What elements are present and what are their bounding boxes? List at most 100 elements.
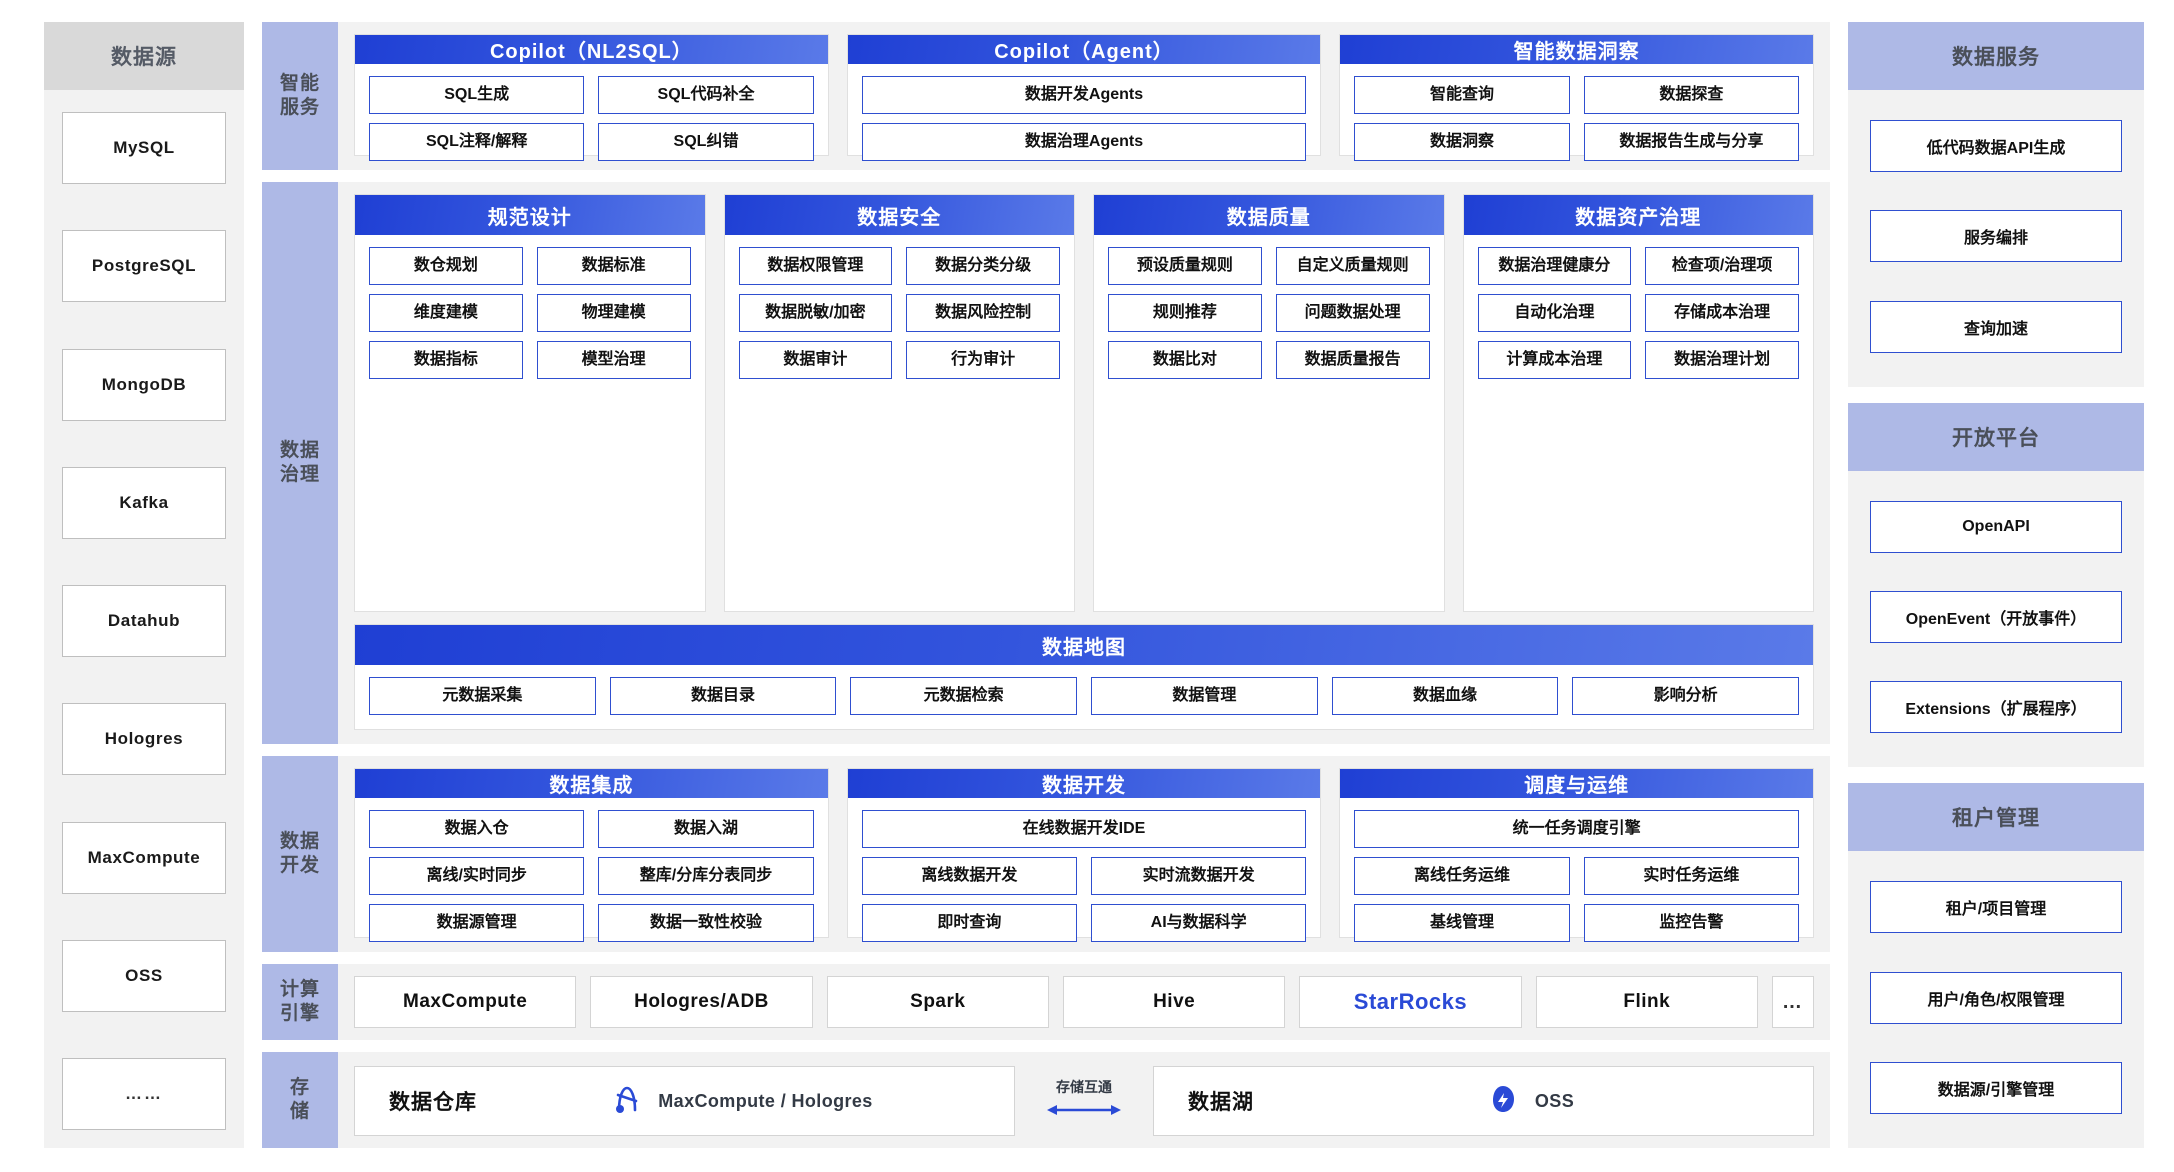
engine-more[interactable]: … (1771, 976, 1814, 1028)
panel-title-data-service: 数据服务 (1848, 22, 2144, 90)
chip-service-orchestration[interactable]: 服务编排 (1870, 210, 2122, 263)
storage-warehouse-logo-group: MaxCompute / Hologres (610, 1082, 872, 1121)
storage-interlink: 存储互通 (1029, 1066, 1139, 1134)
chip-offline-task-ops[interactable]: 离线任务运维 (1354, 857, 1570, 895)
engine-starrocks[interactable]: StarRocks (1299, 976, 1522, 1028)
chip-data-classification[interactable]: 数据分类分级 (906, 247, 1060, 285)
chip-monitoring-alerts[interactable]: 监控告警 (1583, 904, 1800, 942)
chip-data-permission[interactable]: 数据权限管理 (738, 247, 893, 285)
chip-preset-quality-rules[interactable]: 预设质量规则 (1108, 247, 1262, 285)
band-label-data-development: 数据 开发 (262, 756, 338, 952)
datasource-item-kafka[interactable]: Kafka (62, 466, 226, 539)
chip-data-risk-control[interactable]: 数据风险控制 (906, 294, 1060, 332)
chip-user-role-permission[interactable]: 用户/角色/权限管理 (1870, 971, 2122, 1024)
chip-behavior-audit[interactable]: 行为审计 (906, 341, 1060, 379)
chip-whole-db-sharding-sync[interactable]: 整库/分库分表同步 (598, 857, 814, 895)
chip-ai-data-science[interactable]: AI与数据科学 (1091, 904, 1307, 942)
storage-lake[interactable]: 数据湖 OSS (1153, 1066, 1814, 1136)
card-smart-data-insight: 智能数据洞察 智能查询 数据探查 数据洞察 数据报告生成与分享 (1339, 34, 1815, 161)
maxcompute-logo-icon (610, 1082, 644, 1121)
engine-hive[interactable]: Hive (1062, 976, 1286, 1028)
chip-offline-data-dev[interactable]: 离线数据开发 (861, 857, 1077, 895)
chip-realtime-task-ops[interactable]: 实时任务运维 (1583, 857, 1800, 895)
chip-dev-agents[interactable]: 数据开发Agents (861, 76, 1307, 114)
card-copilot-agent: Copilot（Agent） 数据开发Agents 数据治理Agents (846, 34, 1322, 161)
chip-governance-agents[interactable]: 数据治理Agents (861, 123, 1307, 161)
chip-query-acceleration[interactable]: 查询加速 (1870, 300, 2122, 353)
panel-open-platform: 开放平台 OpenAPI OpenEvent（开放事件） Extensions（… (1848, 402, 2144, 768)
chip-model-governance[interactable]: 模型治理 (536, 341, 691, 379)
chip-unified-scheduler[interactable]: 统一任务调度引擎 (1354, 810, 1800, 848)
chip-data-catalog[interactable]: 数据目录 (609, 677, 837, 715)
chip-data-audit[interactable]: 数据审计 (738, 341, 893, 379)
chip-sql-generate[interactable]: SQL生成 (369, 76, 585, 114)
chip-data-quality-report[interactable]: 数据质量报告 (1275, 341, 1430, 379)
chip-data-comparison[interactable]: 数据比对 (1108, 341, 1262, 379)
chip-realtime-stream-dev[interactable]: 实时流数据开发 (1091, 857, 1307, 895)
chip-check-governance-items[interactable]: 检查项/治理项 (1645, 247, 1799, 285)
chip-data-to-warehouse[interactable]: 数据入仓 (369, 810, 585, 848)
datasource-item-postgresql[interactable]: PostgreSQL (62, 230, 226, 303)
chip-rule-recommendation[interactable]: 规则推荐 (1108, 294, 1262, 332)
chip-metadata-search[interactable]: 元数据检索 (850, 677, 1077, 715)
chip-online-dev-ide[interactable]: 在线数据开发IDE (861, 810, 1307, 848)
engine-hologres-adb[interactable]: Hologres/ADB (590, 976, 813, 1028)
chip-custom-quality-rules[interactable]: 自定义质量规则 (1275, 247, 1430, 285)
chip-lowcode-api[interactable]: 低代码数据API生成 (1870, 120, 2122, 173)
chip-adhoc-query[interactable]: 即时查询 (861, 904, 1077, 942)
chip-baseline-management[interactable]: 基线管理 (1354, 904, 1570, 942)
chip-data-standard[interactable]: 数据标准 (536, 247, 691, 285)
chip-sql-explain[interactable]: SQL注释/解释 (369, 123, 585, 161)
chip-sql-completion[interactable]: SQL代码补全 (598, 76, 814, 114)
chip-tenant-project-management[interactable]: 租户/项目管理 (1870, 881, 2122, 934)
card-body-data-quality: 预设质量规则 自定义质量规则 规则推荐 问题数据处理 数据比对 数据质量报告 (1094, 235, 1444, 611)
chip-offline-realtime-sync[interactable]: 离线/实时同步 (369, 857, 585, 895)
band-smart-service: 智能 服务 Copilot（NL2SQL） SQL生成 SQL代码补全 SQL注释… (262, 22, 1830, 170)
panel-body-tenant-management: 租户/项目管理 用户/角色/权限管理 数据源/引擎管理 (1848, 851, 2144, 1148)
chip-data-consistency-check[interactable]: 数据一致性校验 (598, 904, 814, 942)
datasource-item-mysql[interactable]: MySQL (62, 112, 226, 184)
storage-warehouse[interactable]: 数据仓库 MaxCompute / Hologres (354, 1066, 1015, 1136)
chip-physical-modeling[interactable]: 物理建模 (536, 294, 691, 332)
datasource-item-datahub[interactable]: Datahub (62, 585, 226, 657)
chip-openevent[interactable]: OpenEvent（开放事件） (1870, 591, 2122, 643)
chip-data-lineage[interactable]: 数据血缘 (1331, 677, 1559, 715)
chip-metadata-collection[interactable]: 元数据采集 (369, 677, 596, 715)
panel-body-open-platform: OpenAPI OpenEvent（开放事件） Extensions（扩展程序） (1848, 471, 2144, 768)
chip-data-masking[interactable]: 数据脱敏/加密 (738, 294, 893, 332)
datasource-item-oss[interactable]: OSS (62, 939, 226, 1012)
engine-maxcompute[interactable]: MaxCompute (354, 976, 577, 1028)
chip-impact-analysis[interactable]: 影响分析 (1572, 677, 1799, 715)
card-scheduling-ops: 调度与运维 统一任务调度引擎 离线任务运维 实时任务运维 基线管理 监控告警 (1339, 768, 1815, 942)
chip-warehouse-planning[interactable]: 数仓规划 (369, 247, 523, 285)
chip-data-report-share[interactable]: 数据报告生成与分享 (1583, 123, 1800, 161)
chip-data-exploration[interactable]: 数据探查 (1583, 76, 1800, 114)
chip-dimensional-modeling[interactable]: 维度建模 (369, 294, 523, 332)
chip-data-to-lake[interactable]: 数据入湖 (598, 810, 814, 848)
chip-extensions[interactable]: Extensions（扩展程序） (1870, 681, 2122, 734)
datasource-item-hologres[interactable]: Hologres (62, 703, 226, 776)
chip-data-management[interactable]: 数据管理 (1091, 677, 1318, 715)
chip-sql-fix[interactable]: SQL纠错 (598, 123, 814, 161)
chip-compute-cost-governance[interactable]: 计算成本治理 (1477, 341, 1632, 379)
band-label-line2: 储 (289, 1101, 310, 1122)
card-standard-design: 规范设计 数仓规划 数据标准 维度建模 物理建模 数据指标 模型治理 (354, 194, 706, 612)
chip-storage-cost-governance[interactable]: 存储成本治理 (1645, 294, 1799, 332)
chip-data-insight[interactable]: 数据洞察 (1354, 123, 1570, 161)
datasource-item-mongodb[interactable]: MongoDB (62, 348, 226, 421)
chip-problem-data-handling[interactable]: 问题数据处理 (1275, 294, 1430, 332)
chip-datasource-management[interactable]: 数据源管理 (369, 904, 585, 942)
card-data-integration: 数据集成 数据入仓 数据入湖 离线/实时同步 整库/分库分表同步 数据源管理 数… (354, 768, 829, 942)
chip-automated-governance[interactable]: 自动化治理 (1477, 294, 1632, 332)
chip-governance-plan[interactable]: 数据治理计划 (1645, 341, 1799, 379)
card-data-map: 数据地图 元数据采集 数据目录 元数据检索 数据管理 数据血缘 影响分析 (354, 624, 1814, 730)
chip-openapi[interactable]: OpenAPI (1870, 500, 2122, 553)
chip-data-metrics[interactable]: 数据指标 (369, 341, 523, 379)
chip-governance-health-score[interactable]: 数据治理健康分 (1477, 247, 1632, 285)
engine-flink[interactable]: Flink (1535, 976, 1758, 1028)
datasource-item-more[interactable]: …… (62, 1058, 226, 1130)
chip-smart-query[interactable]: 智能查询 (1354, 76, 1570, 114)
chip-datasource-engine-management[interactable]: 数据源/引擎管理 (1870, 1061, 2122, 1114)
engine-spark[interactable]: Spark (826, 976, 1049, 1028)
datasource-item-maxcompute[interactable]: MaxCompute (62, 821, 226, 894)
